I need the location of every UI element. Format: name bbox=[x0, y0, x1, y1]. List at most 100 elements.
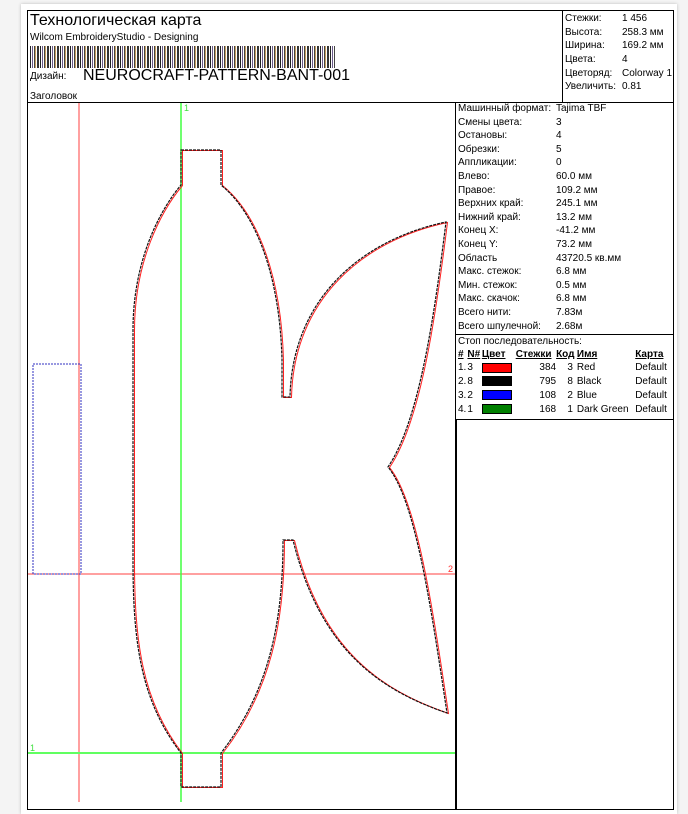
value: -41.2 мм bbox=[556, 225, 596, 237]
value: 6.8 мм bbox=[556, 266, 587, 278]
cell: Default bbox=[635, 362, 667, 374]
detail-row: Всего нити: 7.83м bbox=[456, 306, 674, 320]
table-header: # N# Цвет Стежки Код Имя Карта bbox=[458, 347, 671, 361]
detail-row: Машинный формат: Tajima TBF bbox=[456, 102, 674, 116]
label: Всего нити: bbox=[458, 306, 512, 318]
detail-row: Остановы: 4 bbox=[456, 129, 674, 143]
detail-row: Нижний край: 13.2 мм bbox=[456, 211, 674, 225]
detail-row: Конец X: -41.2 мм bbox=[456, 224, 674, 238]
cell: 1 bbox=[567, 403, 573, 415]
color-swatch bbox=[481, 403, 512, 414]
table-row: 2. 8 795 8 Black Default bbox=[458, 375, 671, 389]
cell: Dark Green bbox=[576, 403, 629, 415]
cell: 4. bbox=[458, 403, 467, 415]
value: 13.2 мм bbox=[556, 211, 592, 223]
column-header: Цвет bbox=[481, 348, 506, 360]
stop-sequence: Стоп последовательность: # N# Цвет Стежк… bbox=[456, 334, 674, 417]
cell bbox=[481, 402, 516, 416]
column-header: # bbox=[458, 348, 464, 360]
guide-label: 1 bbox=[30, 743, 35, 753]
column-header: Имя bbox=[576, 348, 598, 360]
label: Нижний край: bbox=[458, 211, 521, 223]
cell: Black bbox=[576, 376, 602, 388]
label: Аппликации: bbox=[458, 157, 517, 169]
detail-row: Область 43720.5 кв.мм bbox=[456, 252, 674, 266]
stop-sequence-table: # N# Цвет Стежки Код Имя Карта 1. 3 384 3 … bbox=[458, 347, 671, 416]
value: 4 bbox=[556, 130, 562, 142]
cell: Default bbox=[635, 403, 667, 415]
table-row: 3. 2 108 2 Blue Default bbox=[458, 388, 671, 402]
value: 245.1 мм bbox=[556, 198, 598, 210]
label: Обрезки: bbox=[458, 143, 500, 155]
label: Макс. скачок: bbox=[458, 293, 520, 305]
detail-row: Верхних край: 245.1 мм bbox=[456, 197, 674, 211]
cell bbox=[481, 375, 516, 389]
cell: 2 bbox=[467, 389, 473, 401]
cell bbox=[481, 361, 516, 375]
detail-row: Конец Y: 73.2 мм bbox=[456, 238, 674, 252]
label: Область bbox=[458, 252, 498, 264]
cell: Red bbox=[576, 362, 596, 374]
cell bbox=[481, 388, 516, 402]
stop-sequence-title: Стоп последовательность: bbox=[458, 336, 582, 348]
cell: 108 bbox=[539, 389, 557, 401]
cell: Default bbox=[635, 376, 667, 388]
label: Конец Y: bbox=[458, 238, 498, 250]
guide-label: 1 bbox=[184, 103, 189, 113]
label: Смены цвета: bbox=[458, 116, 523, 128]
value: 73.2 мм bbox=[556, 238, 592, 250]
guide-label: 2 bbox=[448, 564, 453, 574]
value: 0.5 мм bbox=[556, 279, 587, 291]
detail-row: Аппликации: 0 bbox=[456, 156, 674, 170]
cell: 384 bbox=[539, 362, 557, 374]
value: Tajima TBF bbox=[556, 103, 607, 114]
cell: 168 bbox=[539, 403, 557, 415]
panel-divider bbox=[455, 420, 457, 810]
label: Правое: bbox=[458, 184, 496, 196]
value: 0 bbox=[556, 157, 562, 169]
value: 7.83м bbox=[556, 306, 583, 318]
label: Влево: bbox=[458, 170, 490, 182]
design-details-panel: Машинный формат: Tajima TBF Смены цвета: 3… bbox=[455, 102, 674, 420]
cell: Default bbox=[635, 389, 667, 401]
cell: Blue bbox=[576, 389, 597, 401]
value: 3 bbox=[556, 116, 562, 128]
value: 2.68м bbox=[556, 320, 583, 332]
applique-outline-blue bbox=[32, 363, 82, 575]
table-row: 4. 1 168 1 Dark Green Default bbox=[458, 402, 671, 416]
cell: 795 bbox=[539, 376, 557, 388]
cell: 8 bbox=[567, 376, 573, 388]
table-row: 1. 3 384 3 Red Default bbox=[458, 361, 671, 375]
value: 5 bbox=[556, 143, 562, 155]
value: 43720.5 кв.мм bbox=[556, 252, 622, 264]
detail-row: Макс. стежок: 6.8 мм bbox=[456, 265, 674, 279]
label: Мин. стежок: bbox=[458, 279, 518, 291]
detail-row: Макс. скачок: 6.8 мм bbox=[456, 292, 674, 306]
cell: 2. bbox=[458, 376, 467, 388]
label: Всего шпулечной: bbox=[458, 320, 541, 332]
cell: 3 bbox=[567, 362, 573, 374]
detail-row: Правое: 109.2 мм bbox=[456, 184, 674, 198]
column-header: Код bbox=[556, 348, 575, 360]
cell: 1. bbox=[458, 362, 467, 374]
detail-row: Всего шпулечной: 2.68м bbox=[456, 320, 674, 334]
column-header: Карта bbox=[635, 348, 664, 360]
cell: 8 bbox=[467, 376, 473, 388]
cell: 3 bbox=[467, 362, 473, 374]
color-swatch bbox=[481, 362, 512, 373]
label: Верхних край: bbox=[458, 198, 524, 210]
label: Конец X: bbox=[458, 225, 499, 237]
value: 6.8 мм bbox=[556, 293, 587, 305]
cell: 2 bbox=[567, 389, 573, 401]
detail-row: Обрезки: 5 bbox=[456, 143, 674, 157]
detail-row: Смены цвета: 3 bbox=[456, 116, 674, 130]
color-swatch bbox=[481, 390, 512, 401]
detail-row: Влево: 60.0 мм bbox=[456, 170, 674, 184]
label: Макс. стежок: bbox=[458, 266, 522, 278]
label: Машинный формат: bbox=[458, 103, 552, 114]
cell: 1 bbox=[467, 403, 473, 415]
color-swatch bbox=[481, 376, 512, 387]
cell: 3. bbox=[458, 389, 467, 401]
detail-row: Мин. стежок: 0.5 мм bbox=[456, 279, 674, 293]
column-header: Стежки bbox=[515, 348, 552, 360]
